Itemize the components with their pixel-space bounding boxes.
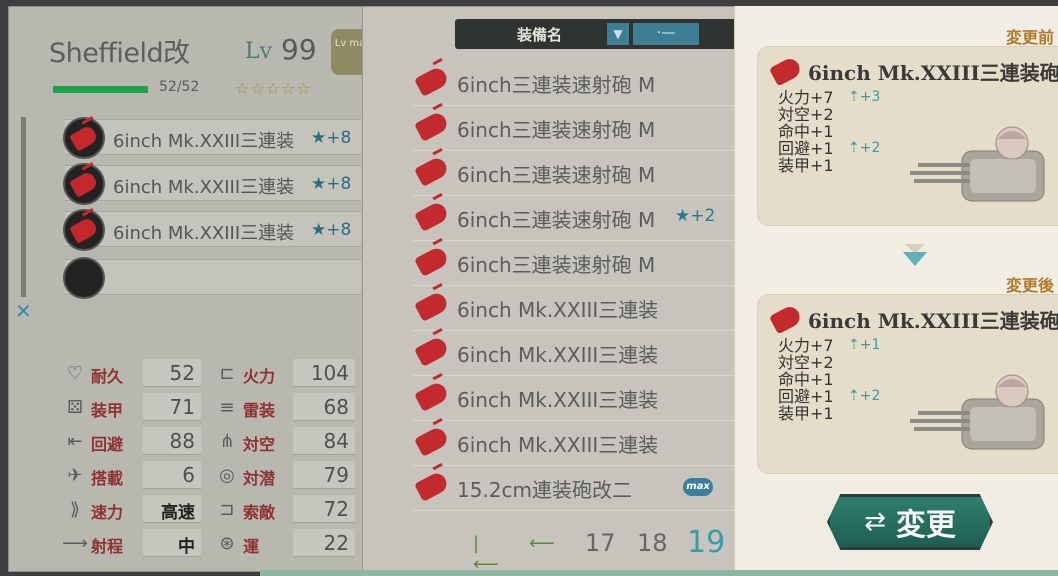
main-gun-icon xyxy=(414,335,450,367)
main-gun-icon xyxy=(63,117,105,159)
main-gun-icon xyxy=(63,209,105,251)
stat-aircraft: ✈ 搭載 6 xyxy=(61,461,201,491)
comparison-panel: 変更前 6inch Mk.XXIII三連装砲 火力+7 ⇡+3 対空+2 命中+1… xyxy=(734,6,1058,572)
list-item[interactable]: 6inch Mk.XXIII三連装 xyxy=(413,286,743,331)
improvement-level: ★+8 xyxy=(311,128,352,148)
main-gun-icon xyxy=(414,290,450,322)
stat-hp: ♡ 耐久 52 xyxy=(61,359,201,389)
equip-slot-name: 6inch Mk.XXIII三連装 xyxy=(113,223,295,244)
sort-dropdown-button[interactable]: ▼ xyxy=(607,23,629,45)
stat-torpedo: ≡ 雷装 68 xyxy=(213,393,355,423)
after-stats: 火力+7 ⇡+1 対空+2 命中+1 回避+1 ⇡+2 装甲+1 xyxy=(778,336,881,423)
aa-icon: ⋔ xyxy=(219,431,235,452)
arrow-down-icon xyxy=(903,252,927,266)
main-gun-icon xyxy=(414,65,450,97)
hp-bar-fill xyxy=(53,86,148,93)
after-equipment-card: 6inch Mk.XXIII三連装砲 火力+7 ⇡+1 対空+2 命中+1 回避+… xyxy=(757,294,1058,474)
improvement-level: ★+8 xyxy=(311,174,352,194)
ship-panel: Sheffield改 Lv 99 Lv max 52/52 ☆☆☆☆☆ ✕ 6i… xyxy=(8,6,388,572)
list-item[interactable]: 6inch Mk.XXIII三連装 xyxy=(413,331,743,376)
list-item[interactable]: 6inch三連装速射砲 M xyxy=(413,151,743,196)
improvement-level: ★+8 xyxy=(311,220,352,240)
stat-evasion: ⇤ 回避 88 xyxy=(61,427,201,457)
empty-slot-icon xyxy=(63,257,105,299)
asw-icon: ◎ xyxy=(219,465,235,486)
stat-luck: ⊛ 運 22 xyxy=(213,529,355,559)
level-label: Lv xyxy=(245,39,273,64)
bottom-strip xyxy=(260,570,1058,576)
stat-anti-air: ⋔ 対空 84 xyxy=(213,427,355,457)
torpedo-icon: ≡ xyxy=(219,397,235,418)
speed-icon: ⟫ xyxy=(69,499,80,520)
list-header: 装備名 ▼ ·— xyxy=(455,19,755,49)
stat-armor: ⚄ 装甲 71 xyxy=(61,393,201,423)
list-item[interactable]: 6inch三連装速射砲 M xyxy=(413,241,743,286)
main-gun-icon xyxy=(768,55,804,87)
list-item[interactable]: 15.2cm連装砲改二 max xyxy=(413,466,743,511)
page-number[interactable]: 18 xyxy=(637,529,668,557)
equip-slot-4-empty[interactable] xyxy=(63,257,361,299)
before-tag: 変更前 xyxy=(1005,28,1054,47)
stat-asw: ◎ 対潜 79 xyxy=(213,461,355,491)
list-item[interactable]: 6inch Mk.XXIII三連装 xyxy=(413,421,743,466)
range-icon: ⟶ xyxy=(62,533,88,554)
los-icon: ⊐ xyxy=(219,499,235,520)
change-button[interactable]: ⇄ 変更 xyxy=(827,494,993,550)
after-tag: 変更後 xyxy=(1005,276,1054,295)
main-gun-icon xyxy=(768,303,804,335)
equip-slot-name: 6inch Mk.XXIII三連装 xyxy=(113,177,295,198)
slot-scrollbar[interactable] xyxy=(21,117,26,297)
ship-name: Sheffield改 xyxy=(49,38,190,69)
before-equipment-card: 6inch Mk.XXIII三連装砲 火力+7 ⇡+3 対空+2 命中+1 回避+… xyxy=(757,46,1058,226)
prev-page-button[interactable]: ⟵ xyxy=(529,533,555,554)
level-value: 99 xyxy=(281,33,317,66)
main-gun-icon xyxy=(414,110,450,142)
main-gun-icon xyxy=(414,155,450,187)
first-page-button[interactable]: |⟵ xyxy=(473,533,499,575)
before-equipment-name: 6inch Mk.XXIII三連装砲 xyxy=(808,61,1058,85)
page-number[interactable]: 17 xyxy=(585,529,616,557)
list-item[interactable]: 6inch三連装速射砲 M ★+2 xyxy=(413,196,743,241)
heart-icon: ♡ xyxy=(66,363,84,384)
equip-slot-1[interactable]: 6inch Mk.XXIII三連装 ★+8 xyxy=(63,117,361,159)
filter-button[interactable]: ·— xyxy=(633,23,699,45)
firepower-icon: ⊏ xyxy=(219,363,235,384)
list-item[interactable]: 6inch三連装速射砲 M xyxy=(413,106,743,151)
equip-slot-name: 6inch Mk.XXIII三連装 xyxy=(113,131,295,152)
page-number-active[interactable]: 19 xyxy=(687,525,725,560)
swap-icon: ⇄ xyxy=(864,507,886,537)
change-button-label: 変更 xyxy=(895,508,956,543)
stat-speed: ⟫ 速力 高速 xyxy=(61,495,201,525)
list-item[interactable]: 6inch Mk.XXIII三連装 xyxy=(413,376,743,421)
hp-text: 52/52 xyxy=(159,79,200,95)
main-gun-icon xyxy=(414,425,450,457)
stat-range: ⟶ 射程 中 xyxy=(61,529,201,559)
equipment-list-panel: 装備名 ▼ ·— 6inch三連装速射砲 M 6inch三連装速射砲 M 6in… xyxy=(362,6,755,575)
luck-icon: ⊛ xyxy=(219,533,235,554)
list-item[interactable]: 6inch三連装速射砲 M xyxy=(413,61,743,106)
list-header-label: 装備名 xyxy=(517,26,563,44)
evasion-icon: ⇤ xyxy=(67,431,83,452)
main-gun-icon xyxy=(414,470,450,502)
rarity-stars: ☆☆☆☆☆ xyxy=(235,79,312,98)
close-icon[interactable]: ✕ xyxy=(15,299,32,323)
improvement-level: ★+2 xyxy=(675,206,716,226)
armor-icon: ⚄ xyxy=(67,397,83,418)
before-stats: 火力+7 ⇡+3 対空+2 命中+1 回避+1 ⇡+2 装甲+1 xyxy=(778,88,881,175)
equip-slot-2[interactable]: 6inch Mk.XXIII三連装 ★+8 xyxy=(63,163,361,205)
max-badge-icon: max xyxy=(683,478,713,496)
main-gun-icon xyxy=(63,163,105,205)
plane-icon: ✈ xyxy=(67,465,83,486)
main-gun-icon xyxy=(414,245,450,277)
turret-illustration xyxy=(910,374,1045,450)
equip-slot-3[interactable]: 6inch Mk.XXIII三連装 ★+8 xyxy=(63,209,361,251)
turret-illustration xyxy=(910,126,1045,202)
main-gun-icon xyxy=(414,200,450,232)
after-equipment-name: 6inch Mk.XXIII三連装砲 xyxy=(808,309,1058,333)
stat-firepower: ⊏ 火力 104 xyxy=(213,359,355,389)
hp-bar xyxy=(53,86,148,93)
stat-los: ⊐ 索敵 72 xyxy=(213,495,355,525)
main-gun-icon xyxy=(414,380,450,412)
